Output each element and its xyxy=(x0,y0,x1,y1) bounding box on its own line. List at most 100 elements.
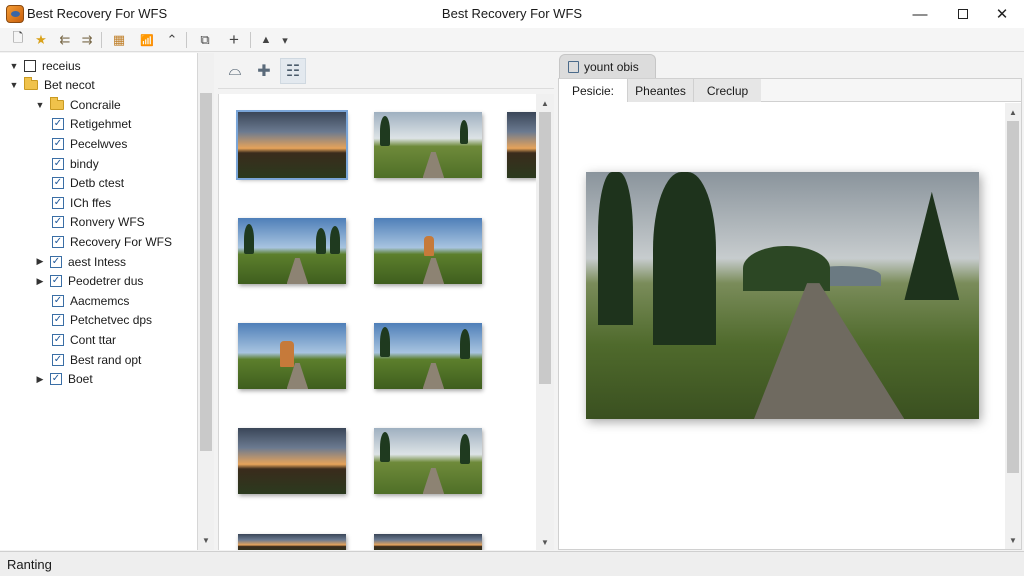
tree-item-label: Recovery For WFS xyxy=(70,234,173,249)
checkbox[interactable]: ✓ xyxy=(50,275,62,288)
tree-item[interactable]: ▼ Bet necot xyxy=(8,76,95,95)
subtab-cleanup[interactable]: Creclup xyxy=(693,79,761,102)
lasso-icon[interactable]: ⌓ xyxy=(222,58,248,84)
tree-item[interactable]: ▶ ✓ Peodetrer dus xyxy=(34,272,144,291)
minimize-icon: — xyxy=(912,5,928,23)
compare-icon[interactable]: ⧉ xyxy=(196,31,214,49)
checkbox[interactable]: ✓ xyxy=(52,216,64,229)
checkbox[interactable]: ✓ xyxy=(52,333,64,346)
tree-scrollbar[interactable]: ▼ xyxy=(198,53,214,550)
thumbnail-item[interactable] xyxy=(374,428,482,494)
checkbox[interactable]: ✓ xyxy=(52,177,64,190)
list-settings-icon[interactable]: ☷ xyxy=(280,58,306,84)
preview-subtabs: Pesicie: Pheantes Creclup xyxy=(559,79,1021,102)
tree-item[interactable]: ▶ ✓ aest Intess xyxy=(34,252,127,271)
thumbnail-item[interactable] xyxy=(374,112,482,178)
tree-item-label: Peodetrer dus xyxy=(68,274,144,289)
tree-item[interactable]: ✓ Ronvery WFS xyxy=(34,213,145,232)
gallery-scroll-thumb[interactable] xyxy=(539,112,551,384)
checkbox[interactable]: ✓ xyxy=(52,157,64,170)
expand-icon[interactable]: ▶ xyxy=(34,276,46,287)
gallery-toolbar: ⌓ ✚ ☷ xyxy=(218,53,554,89)
tree-item-label: Cont ttar xyxy=(70,332,117,347)
minimize-button[interactable]: — xyxy=(898,0,942,28)
checkbox[interactable]: ✓ xyxy=(52,196,64,209)
tree-item-label: Boet xyxy=(68,372,93,387)
tree-item[interactable]: ✓ Cont ttar xyxy=(34,330,116,349)
caret-up-icon[interactable]: ⌃ xyxy=(163,31,181,49)
checkbox[interactable]: ✓ xyxy=(50,255,62,268)
thumbnail-item[interactable] xyxy=(374,534,482,550)
tree-item-label: Bet necot xyxy=(44,78,95,93)
tree-item-label: Retigehmet xyxy=(70,117,132,132)
subtab-properties[interactable]: Pheantes xyxy=(627,79,693,102)
collapse-icon[interactable]: ▼ xyxy=(8,80,20,90)
tree-item[interactable]: ✓ Retigehmet xyxy=(34,115,131,134)
collapse-icon[interactable]: ▼ xyxy=(34,100,46,110)
tree-item-label: Pecelwves xyxy=(70,136,128,151)
tree-item-label: Ronvery WFS xyxy=(70,215,145,230)
scroll-down-icon[interactable]: ▼ xyxy=(199,533,213,547)
checkbox[interactable]: ✓ xyxy=(52,353,64,366)
toolbar-divider xyxy=(101,32,102,48)
tree-item[interactable]: ✓ ICh ffes xyxy=(34,193,111,212)
app-logo-icon xyxy=(6,5,24,23)
scroll-down-icon[interactable]: ▼ xyxy=(538,535,552,549)
tree-item[interactable]: ✓ Detb ctest xyxy=(34,174,124,193)
tree-item-label: Petchetvec dps xyxy=(70,313,153,328)
tree-item[interactable]: ✓ Recovery For WFS xyxy=(34,232,172,251)
expand-icon[interactable]: ▶ xyxy=(34,256,46,267)
tree-item[interactable]: ✓ bindy xyxy=(34,154,99,173)
preview-scrollbar[interactable]: ▲ ▼ xyxy=(1005,103,1021,549)
checkbox[interactable]: ✓ xyxy=(52,118,64,131)
tree-item[interactable]: ▼ Concraile xyxy=(34,95,121,114)
checkbox[interactable]: ✓ xyxy=(52,314,64,327)
thumbnail-item[interactable] xyxy=(507,112,536,178)
thumbnail-item[interactable] xyxy=(238,428,346,494)
checkbox[interactable]: ✓ xyxy=(52,137,64,150)
back-icon[interactable]: ⇇ xyxy=(56,31,74,49)
tree-item[interactable]: ✓ Aacmemcs xyxy=(34,291,129,310)
preview-scroll-thumb[interactable] xyxy=(1007,121,1019,473)
tree-item[interactable]: ✓ Best rand opt xyxy=(34,350,141,369)
thumbnail-item[interactable] xyxy=(238,323,346,389)
tree-item[interactable]: ▼ receius xyxy=(8,56,81,75)
maximize-button[interactable] xyxy=(941,0,985,28)
checkbox[interactable] xyxy=(24,59,36,72)
scroll-up-icon[interactable]: ▲ xyxy=(538,96,552,110)
thumbnail-item[interactable] xyxy=(374,323,482,389)
dropdown-icon[interactable]: ▾ xyxy=(276,31,294,49)
scroll-down-icon[interactable]: ▼ xyxy=(1006,533,1020,547)
star-icon[interactable]: ★ xyxy=(32,31,50,49)
expand-icon[interactable]: ▶ xyxy=(34,374,46,385)
close-icon: ✕ xyxy=(995,6,1009,23)
wifi-icon[interactable]: 📶 xyxy=(138,31,156,49)
tree-item[interactable]: ▶ ✓ Boet xyxy=(34,370,93,389)
collapse-icon[interactable]: ▼ xyxy=(8,61,20,71)
tree-item[interactable]: ✓ Petchetvec dps xyxy=(34,311,152,330)
tree-scroll-thumb[interactable] xyxy=(200,93,212,451)
thumbnail-item[interactable] xyxy=(374,218,482,284)
layers-icon[interactable]: ▦ xyxy=(110,31,128,49)
plus-icon[interactable]: + xyxy=(225,30,243,49)
triangle-icon[interactable]: ▲ xyxy=(257,31,275,49)
new-file-icon[interactable]: 🗋 xyxy=(9,30,27,49)
document-icon xyxy=(568,60,579,73)
forward-icon[interactable]: ⇉ xyxy=(78,31,96,49)
add-icon[interactable]: ✚ xyxy=(251,58,277,84)
subtab-preview[interactable]: Pesicie: xyxy=(559,79,627,102)
folder-icon xyxy=(24,77,38,91)
tree-item[interactable]: ✓ Pecelwves xyxy=(34,134,127,153)
close-button[interactable]: ✕ xyxy=(980,0,1024,28)
scroll-up-icon[interactable]: ▲ xyxy=(1006,105,1020,119)
checkbox[interactable]: ✓ xyxy=(52,235,64,248)
maximize-icon xyxy=(958,9,968,19)
thumbnail-item[interactable] xyxy=(238,534,346,550)
gallery-scrollbar[interactable]: ▲ ▼ xyxy=(536,94,554,550)
preview-tab[interactable]: yount obis xyxy=(559,54,656,78)
checkbox[interactable]: ✓ xyxy=(50,373,62,386)
status-bar: Ranting xyxy=(0,551,1024,576)
thumbnail-item[interactable] xyxy=(236,110,348,180)
checkbox[interactable]: ✓ xyxy=(52,294,64,307)
thumbnail-item[interactable] xyxy=(238,218,346,284)
